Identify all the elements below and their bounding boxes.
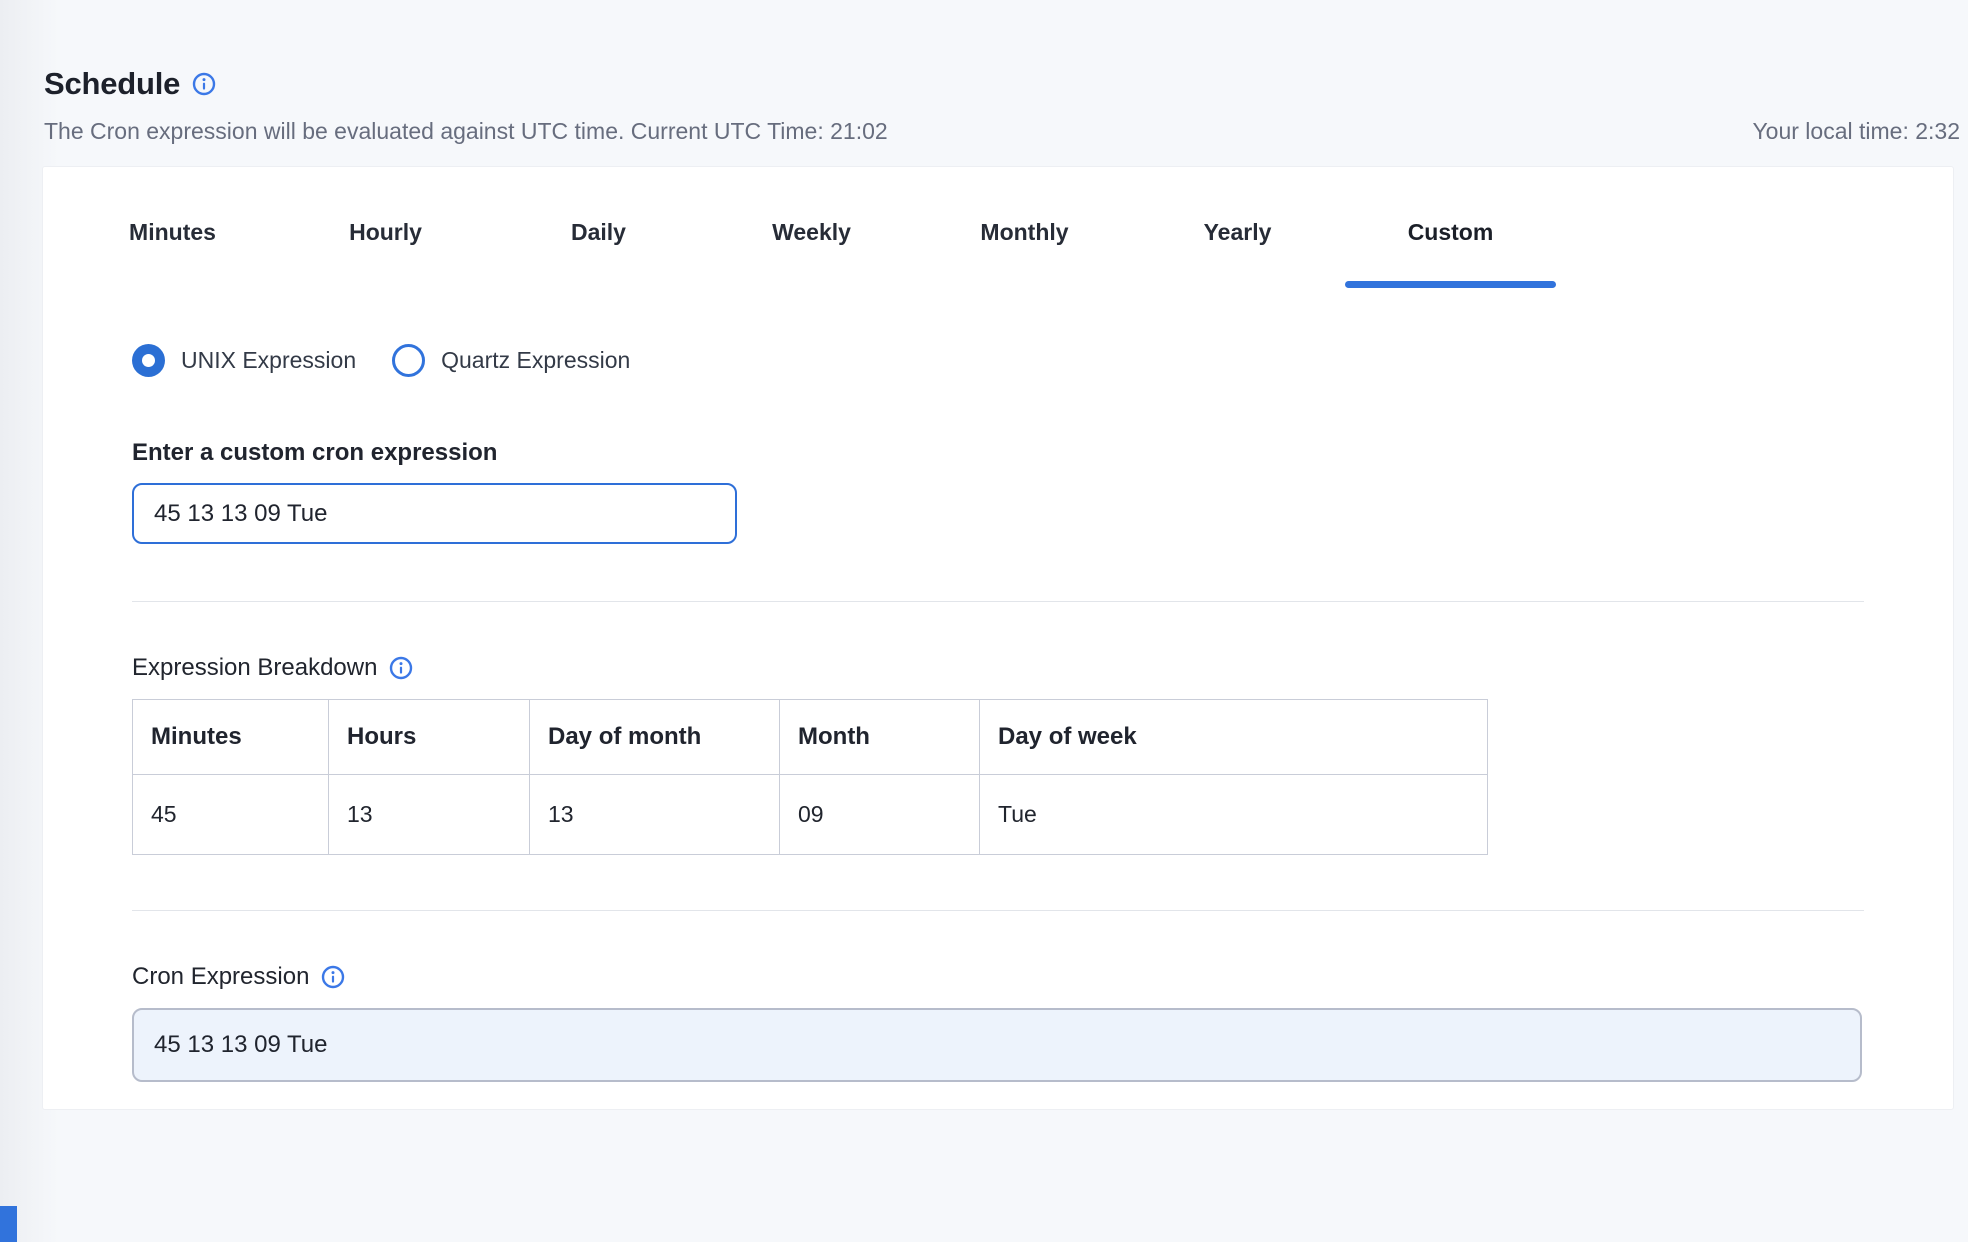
breakdown-cell: 09: [780, 775, 980, 855]
expression-breakdown-title: Expression Breakdown: [132, 654, 377, 682]
expression-type-radio-group: UNIX Expression Quartz Expression: [132, 344, 1864, 377]
breakdown-cell: 45: [133, 775, 329, 855]
tab-label: Monthly: [980, 219, 1068, 245]
breakdown-col-header: Hours: [329, 700, 530, 775]
breakdown-cell: 13: [329, 775, 530, 855]
breakdown-col-header: Day of week: [980, 700, 1488, 775]
tab-yearly[interactable]: Yearly: [1131, 219, 1344, 288]
radio-label: UNIX Expression: [181, 347, 356, 374]
tab-label: Yearly: [1204, 219, 1272, 245]
cron-expression-info-icon[interactable]: [321, 965, 345, 989]
cron-expression-display[interactable]: 45 13 13 09 Tue: [132, 1008, 1862, 1082]
breakdown-cell: Tue: [980, 775, 1488, 855]
cron-expression-title: Cron Expression: [132, 963, 309, 991]
utc-time-note: The Cron expression will be evaluated ag…: [44, 118, 888, 145]
breakdown-col-header: Minutes: [133, 700, 329, 775]
breakdown-cell: 13: [530, 775, 780, 855]
tab-label: Custom: [1408, 219, 1494, 245]
tab-label: Hourly: [349, 219, 422, 245]
divider: [132, 601, 1864, 602]
tab-hourly[interactable]: Hourly: [279, 219, 492, 288]
tab-custom[interactable]: Custom: [1344, 219, 1557, 288]
expression-breakdown-info-icon[interactable]: [389, 656, 413, 680]
radio-label: Quartz Expression: [441, 347, 630, 374]
breakdown-header-row: MinutesHoursDay of monthMonthDay of week: [133, 700, 1488, 775]
radio-selected-icon[interactable]: [132, 344, 165, 377]
breakdown-col-header: Day of month: [530, 700, 780, 775]
schedule-screen: Schedule The Cron expression will be eva…: [0, 0, 1968, 1242]
tab-daily[interactable]: Daily: [492, 219, 705, 288]
radio-unselected-icon[interactable]: [392, 344, 425, 377]
schedule-info-icon[interactable]: [192, 72, 216, 96]
expression-breakdown-table: MinutesHoursDay of monthMonthDay of week…: [132, 699, 1488, 855]
breakdown-value-row: 45131309Tue: [133, 775, 1488, 855]
tab-label: Minutes: [129, 219, 216, 245]
custom-cron-label: Enter a custom cron expression: [132, 439, 1864, 467]
offscreen-button-fragment[interactable]: [0, 1206, 17, 1242]
radio-option-quartz[interactable]: Quartz Expression: [392, 344, 630, 377]
active-tab-underline: [1345, 281, 1556, 288]
tab-label: Weekly: [772, 219, 851, 245]
custom-cron-input[interactable]: [132, 483, 737, 544]
divider: [132, 910, 1864, 911]
tab-minutes[interactable]: Minutes: [66, 219, 279, 288]
card-content: UNIX Expression Quartz Expression Enter a…: [132, 344, 1864, 1082]
schedule-card: Minutes Hourly Daily Weekly Monthly Yearly Cus…: [42, 166, 1954, 1110]
page-title: Schedule: [44, 66, 180, 102]
tab-weekly[interactable]: Weekly: [705, 219, 918, 288]
tab-label: Daily: [571, 219, 626, 245]
local-time-label: Your local time: 2:32: [1752, 118, 1960, 145]
breakdown-col-header: Month: [780, 700, 980, 775]
tab-bar: Minutes Hourly Daily Weekly Monthly Yearly Cus…: [66, 219, 1557, 288]
radio-option-unix[interactable]: UNIX Expression: [132, 344, 356, 377]
schedule-header: Schedule The Cron expression will be eva…: [44, 66, 1960, 145]
tab-monthly[interactable]: Monthly: [918, 219, 1131, 288]
